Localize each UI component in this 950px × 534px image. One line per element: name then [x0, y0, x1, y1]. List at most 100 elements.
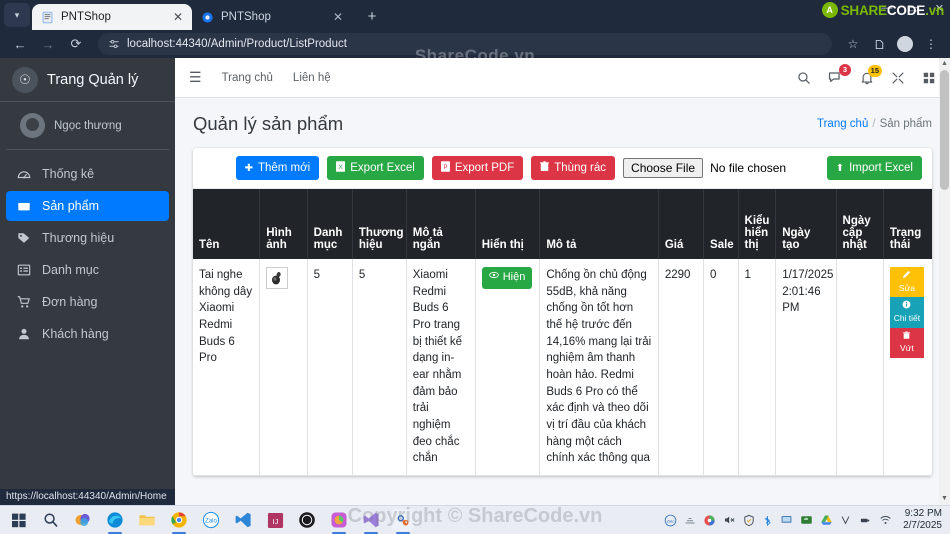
column-header-mo-ta-ngan[interactable]: Mô tả ngắn — [406, 189, 476, 259]
delete-button[interactable]: Vứt — [889, 327, 924, 358]
chatgpt-icon[interactable] — [296, 509, 318, 531]
close-icon[interactable]: ✕ — [172, 10, 184, 24]
security-icon[interactable] — [743, 514, 755, 527]
column-header-danh-muc[interactable]: Danh mục — [307, 189, 353, 259]
tray-overflow-icon[interactable]: Zalo — [664, 514, 677, 527]
column-header-hinh-anh[interactable]: Hình ảnh — [259, 189, 308, 259]
column-header-sale[interactable]: Sale — [703, 189, 739, 259]
search-icon[interactable] — [797, 71, 811, 85]
list-icon — [16, 263, 32, 277]
cell-short-description: Xiaomi Redmi Buds 6 Pro trang bị thiết k… — [406, 259, 476, 477]
windows-start-icon[interactable] — [8, 509, 30, 531]
export-excel-button[interactable]: X Export Excel — [327, 156, 424, 180]
settings-icon[interactable] — [392, 509, 414, 534]
export-pdf-button[interactable]: P Export PDF — [431, 156, 524, 180]
import-excel-label: Import Excel — [849, 162, 913, 174]
apps-grid-icon[interactable] — [922, 71, 936, 85]
color-tray-icon[interactable] — [703, 514, 716, 527]
no-file-chosen-label: No file chosen — [710, 161, 787, 175]
drive-icon[interactable] — [820, 514, 833, 526]
menu-toggle-icon[interactable]: ☰ — [189, 69, 202, 86]
address-bar[interactable]: localhost:44340/Admin/Product/ListProduc… — [98, 33, 832, 55]
table-row[interactable]: Tai nghe không dây Xiaomi Redmi Buds 6 P… — [193, 259, 932, 477]
trash-button[interactable]: Thùng rác — [531, 156, 616, 180]
breadcrumb-home[interactable]: Trang chủ — [817, 118, 868, 130]
search-icon[interactable] — [40, 509, 62, 531]
column-header-hien-thi[interactable]: Hiển thị — [475, 189, 541, 259]
add-new-button[interactable]: ✚ Thêm mới — [235, 156, 320, 180]
column-header-trang-thai[interactable]: Trạng thái — [883, 189, 932, 259]
logo-vn-text: .vn — [925, 2, 944, 18]
display-status-badge[interactable]: Hiện — [481, 267, 533, 289]
network-tray-icon[interactable] — [684, 514, 696, 526]
cell-display-type: 1 — [738, 259, 777, 477]
fullscreen-icon[interactable] — [891, 71, 905, 85]
navbar-link-trang-chu[interactable]: Trang chủ — [222, 72, 273, 84]
messages-icon[interactable]: 3 — [828, 64, 851, 85]
site-settings-icon[interactable] — [107, 38, 120, 51]
notifications-icon[interactable]: 15 — [860, 64, 882, 85]
detail-button[interactable]: Chi tiết — [889, 297, 924, 328]
sidebar-item-thong-ke[interactable]: Thống kê — [6, 159, 169, 189]
sidebar-item-thuong-hieu[interactable]: Thương hiệu — [6, 223, 169, 253]
scroll-up-icon[interactable]: ▲ — [939, 58, 950, 70]
usb-icon[interactable] — [858, 515, 872, 526]
profile-avatar[interactable] — [894, 33, 916, 55]
navbar-link-lien-he[interactable]: Liên hệ — [293, 72, 331, 84]
nvidia-icon[interactable] — [800, 514, 813, 526]
column-header-gia[interactable]: Giá — [658, 189, 705, 259]
sidebar-user[interactable]: Ngọc thương — [6, 102, 169, 150]
visual-studio-icon[interactable] — [360, 509, 382, 534]
column-header-thuong-hieu[interactable]: Thương hiệu — [352, 189, 407, 259]
reload-icon[interactable]: ⟳ — [64, 33, 88, 55]
cell-updated-at — [836, 259, 884, 477]
trash-icon — [540, 161, 550, 175]
sidebar-brand[interactable]: ☉ Trang Quản lý — [0, 58, 175, 102]
sidebar-item-don-hang[interactable]: Đơn hàng — [6, 287, 169, 317]
sidebar-item-san-pham[interactable]: Sản phẩm — [6, 191, 169, 221]
taskbar-clock[interactable]: 9:32 PM 2/7/2025 — [903, 508, 942, 533]
product-thumbnail-icon[interactable] — [266, 267, 289, 289]
new-tab-button[interactable]: + — [362, 8, 382, 25]
cart-icon — [16, 295, 32, 309]
monitor-icon[interactable] — [780, 514, 793, 526]
column-header-mo-ta[interactable]: Mô tả — [539, 189, 659, 259]
top-navbar: ☰ Trang chủ Liên hệ 3 15 — [175, 58, 950, 98]
v-icon[interactable] — [840, 514, 851, 526]
back-icon[interactable]: ← — [8, 33, 32, 55]
vscode-icon[interactable] — [232, 509, 254, 531]
browser-tab-2[interactable]: PNTShop ✕ — [192, 4, 352, 30]
tab-search-button[interactable]: ▾ — [4, 3, 30, 27]
bluetooth-icon[interactable] — [762, 514, 773, 527]
wifi-icon[interactable] — [879, 514, 892, 526]
logo-code-text: CODE — [886, 2, 926, 18]
extensions-icon[interactable] — [868, 33, 890, 55]
column-header-ngay-cap-nhat[interactable]: Ngày cập nhật — [836, 189, 884, 259]
file-explorer-icon[interactable] — [136, 509, 158, 531]
jetbrains-icon[interactable]: IJ — [264, 509, 286, 531]
column-header-kieu-hien-thi[interactable]: Kiểu hiển thị — [738, 189, 777, 259]
close-icon[interactable]: ✕ — [332, 10, 344, 24]
volume-muted-icon[interactable] — [723, 514, 736, 526]
column-header-ngay-tao[interactable]: Ngày tạo — [775, 189, 837, 259]
sidebar-item-khach-hang[interactable]: Khách hàng — [6, 319, 169, 349]
scroll-down-icon[interactable]: ▼ — [939, 493, 950, 505]
file-upload-field[interactable]: Choose File No file chosen — [623, 158, 786, 178]
page-scrollbar[interactable]: ▲ ▼ — [939, 58, 950, 505]
bookmark-star-icon[interactable]: ☆ — [842, 33, 864, 55]
choose-file-button[interactable]: Choose File — [623, 158, 704, 178]
copilot-icon[interactable] — [72, 509, 94, 531]
edit-button[interactable]: Sửa — [889, 267, 924, 298]
sidebar-item-danh-muc[interactable]: Danh mục — [6, 255, 169, 285]
photos-icon[interactable] — [328, 509, 350, 534]
column-header-ten[interactable]: Tên — [193, 189, 261, 259]
zalo-icon[interactable]: Zalo — [200, 509, 222, 531]
import-excel-button[interactable]: ⬆ Import Excel — [826, 156, 922, 180]
forward-icon[interactable]: → — [36, 33, 60, 55]
scroll-thumb[interactable] — [940, 70, 949, 190]
browser-menu-icon[interactable]: ⋮ — [920, 33, 942, 55]
edge-icon[interactable] — [104, 509, 126, 534]
browser-tab-1[interactable]: PNTShop ✕ — [32, 4, 192, 30]
chrome-icon[interactable] — [168, 509, 190, 534]
tab-title: PNTShop — [61, 11, 111, 23]
